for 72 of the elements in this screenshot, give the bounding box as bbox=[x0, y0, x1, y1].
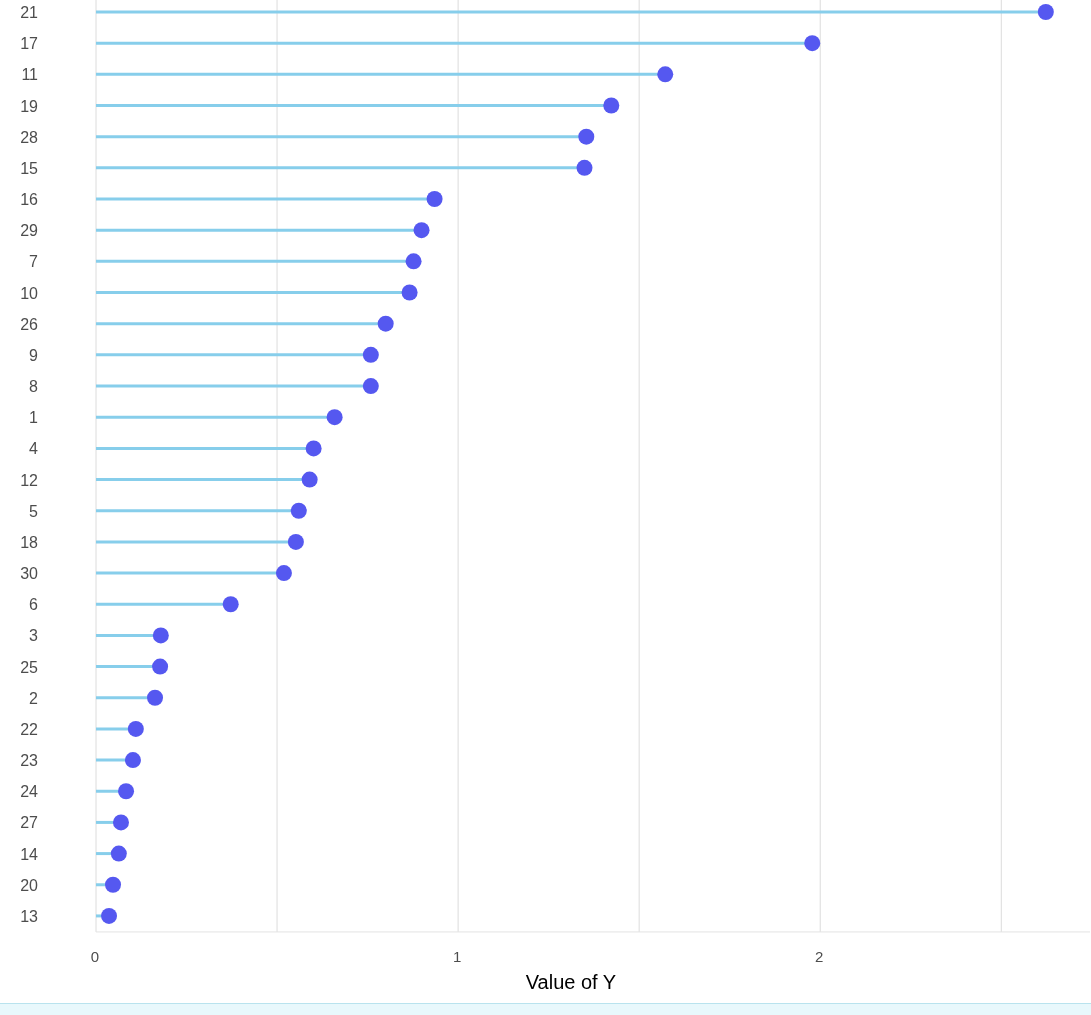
point bbox=[301, 471, 318, 488]
point bbox=[426, 191, 443, 208]
point bbox=[124, 752, 141, 769]
point bbox=[401, 284, 418, 301]
point bbox=[105, 876, 122, 893]
category-label: 10 bbox=[20, 284, 38, 302]
category-label: 26 bbox=[20, 315, 38, 333]
category-label: 24 bbox=[20, 783, 38, 801]
category-label: 4 bbox=[29, 440, 38, 458]
point bbox=[101, 907, 118, 924]
point bbox=[305, 440, 322, 457]
point bbox=[290, 502, 307, 519]
category-label: 30 bbox=[20, 565, 38, 583]
category-label: 25 bbox=[20, 658, 38, 676]
point bbox=[222, 596, 239, 613]
point bbox=[603, 97, 620, 114]
category-label: 14 bbox=[20, 845, 38, 863]
lollipop-point bbox=[96, 876, 121, 893]
point bbox=[804, 35, 821, 52]
category-label: 23 bbox=[20, 752, 38, 770]
point bbox=[287, 533, 304, 550]
category-label: 18 bbox=[20, 533, 38, 551]
category-label: 5 bbox=[29, 502, 38, 520]
lollipop-point bbox=[96, 907, 118, 924]
point bbox=[127, 720, 144, 737]
point bbox=[152, 627, 169, 644]
lollipop-point bbox=[96, 783, 135, 800]
category-label: 16 bbox=[20, 191, 38, 208]
point bbox=[578, 128, 595, 145]
category-label: 8 bbox=[29, 378, 38, 396]
category-label: 11 bbox=[21, 66, 38, 84]
point bbox=[377, 315, 394, 332]
category-label: 9 bbox=[29, 346, 38, 364]
category-label: 6 bbox=[29, 596, 38, 614]
category-label: 3 bbox=[29, 627, 38, 645]
category-label: 7 bbox=[29, 253, 38, 271]
category-label: 13 bbox=[20, 907, 38, 925]
category-label: 15 bbox=[20, 159, 38, 177]
axis-tick-label: 2 bbox=[815, 948, 824, 965]
axis-tick-label: 0 bbox=[90, 948, 100, 965]
category-label: 17 bbox=[20, 35, 38, 53]
point bbox=[1037, 4, 1054, 20]
point bbox=[110, 845, 127, 862]
lollipop-point bbox=[96, 814, 129, 831]
point bbox=[275, 565, 292, 582]
lollipop-point bbox=[96, 752, 141, 769]
point bbox=[112, 814, 129, 831]
category-label: 12 bbox=[20, 471, 38, 489]
point bbox=[147, 689, 164, 706]
category-label: 22 bbox=[20, 720, 38, 738]
lollipop-point bbox=[96, 845, 127, 862]
category-label: 27 bbox=[20, 814, 38, 832]
lollipop-point bbox=[96, 689, 163, 706]
point bbox=[152, 658, 169, 675]
category-label: 1 bbox=[29, 409, 38, 427]
point bbox=[576, 159, 593, 176]
category-label: 20 bbox=[20, 876, 38, 894]
category-label: 2 bbox=[29, 689, 38, 707]
category-label: 29 bbox=[20, 222, 38, 240]
point bbox=[413, 222, 430, 239]
category-label: 19 bbox=[20, 97, 38, 115]
category-label: 28 bbox=[20, 128, 38, 146]
category-label: 21 bbox=[20, 4, 38, 21]
point bbox=[362, 378, 379, 395]
point bbox=[405, 253, 422, 270]
point bbox=[362, 346, 379, 363]
axis-title: Value of Y bbox=[525, 971, 617, 993]
point bbox=[118, 783, 135, 800]
axis-tick-label: 1 bbox=[452, 948, 462, 965]
lollipop-point bbox=[96, 720, 144, 737]
point bbox=[657, 66, 674, 83]
point bbox=[326, 409, 343, 426]
